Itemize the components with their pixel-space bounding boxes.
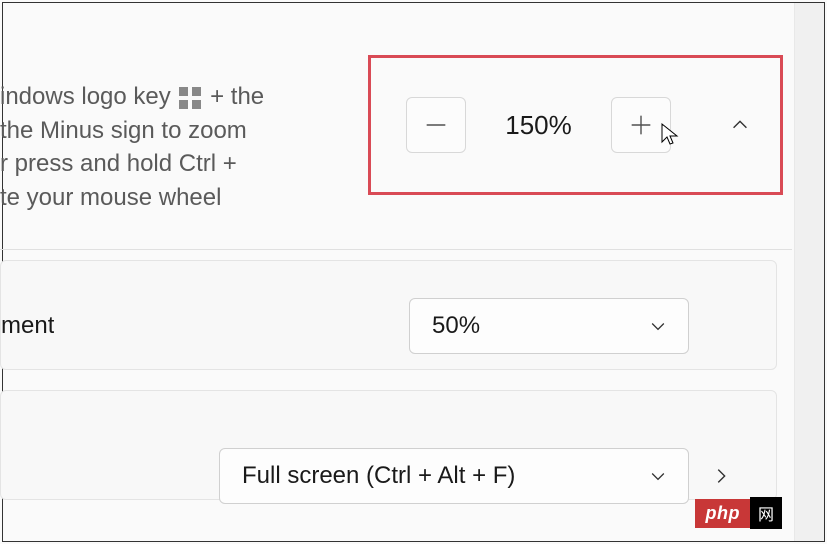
zoom-level-row: indows logo key + the the Minus sign to …: [0, 0, 792, 250]
watermark-suffix: 网: [750, 497, 782, 529]
watermark: php 网: [695, 497, 782, 529]
increment-dropdown[interactable]: 50%: [409, 298, 689, 354]
fullscreen-value: Full screen (Ctrl + Alt + F): [242, 462, 515, 490]
increment-label: ment: [1, 312, 54, 340]
minus-icon: [422, 111, 450, 139]
increment-row: ment 50%: [0, 260, 777, 370]
expand-button[interactable]: [720, 105, 760, 145]
chevron-right-icon: [710, 465, 732, 487]
fullscreen-dropdown[interactable]: Full screen (Ctrl + Alt + F): [219, 448, 689, 504]
zoom-value: 150%: [501, 110, 576, 141]
zoom-controls-highlight: 150%: [368, 55, 783, 195]
scrollbar[interactable]: [794, 3, 824, 541]
desc-text-3: r press and hold Ctrl +: [0, 147, 264, 181]
zoom-out-button[interactable]: [406, 97, 466, 153]
chevron-down-icon: [648, 316, 668, 336]
navigate-button[interactable]: [701, 456, 741, 496]
plus-icon: [627, 111, 655, 139]
chevron-up-icon: [729, 114, 751, 136]
desc-text-1: indows logo key: [0, 83, 171, 110]
desc-text-4: te your mouse wheel: [0, 181, 264, 215]
fullscreen-row: Full screen (Ctrl + Alt + F): [0, 390, 777, 500]
zoom-in-button[interactable]: [611, 97, 671, 153]
zoom-description: indows logo key + the the Minus sign to …: [0, 0, 264, 214]
zoom-controls: 150%: [406, 97, 671, 153]
desc-text-2: the Minus sign to zoom: [0, 114, 264, 148]
increment-value: 50%: [432, 312, 480, 340]
chevron-down-icon: [648, 466, 668, 486]
desc-text-1b: + the: [210, 83, 264, 110]
php-badge: php: [695, 499, 750, 528]
windows-logo-icon: [179, 87, 201, 109]
